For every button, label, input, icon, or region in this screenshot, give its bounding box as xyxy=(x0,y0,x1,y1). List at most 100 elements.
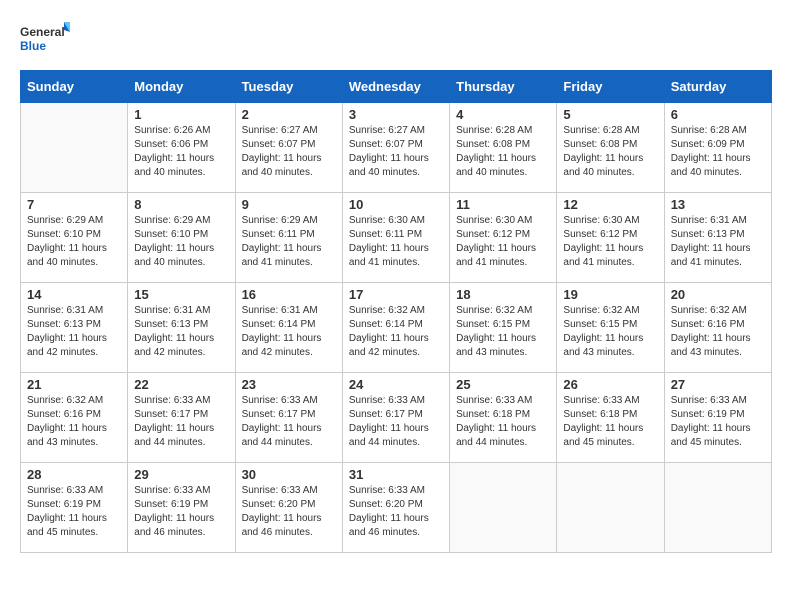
calendar-cell: 23 Sunrise: 6:33 AMSunset: 6:17 PMDayligh… xyxy=(235,373,342,463)
day-info: Sunrise: 6:33 AMSunset: 6:19 PMDaylight:… xyxy=(27,484,121,540)
day-info: Sunrise: 6:32 AMSunset: 6:15 PMDaylight:… xyxy=(456,304,550,360)
day-number: 16 xyxy=(242,287,336,302)
weekday-header-friday: Friday xyxy=(557,71,664,103)
day-info: Sunrise: 6:33 AMSunset: 6:20 PMDaylight:… xyxy=(349,484,443,540)
day-info: Sunrise: 6:28 AMSunset: 6:09 PMDaylight:… xyxy=(671,124,765,180)
day-number: 12 xyxy=(563,197,657,212)
week-row-1: 1 Sunrise: 6:26 AMSunset: 6:06 PMDaylight… xyxy=(21,103,772,193)
calendar-table: SundayMondayTuesdayWednesdayThursdayFrid… xyxy=(20,70,772,553)
day-info: Sunrise: 6:31 AMSunset: 6:13 PMDaylight:… xyxy=(27,304,121,360)
day-info: Sunrise: 6:33 AMSunset: 6:20 PMDaylight:… xyxy=(242,484,336,540)
day-info: Sunrise: 6:31 AMSunset: 6:13 PMDaylight:… xyxy=(134,304,228,360)
calendar-cell: 8 Sunrise: 6:29 AMSunset: 6:10 PMDaylight… xyxy=(128,193,235,283)
day-number: 5 xyxy=(563,107,657,122)
calendar-cell: 27 Sunrise: 6:33 AMSunset: 6:19 PMDayligh… xyxy=(664,373,771,463)
day-number: 22 xyxy=(134,377,228,392)
calendar-cell: 16 Sunrise: 6:31 AMSunset: 6:14 PMDayligh… xyxy=(235,283,342,373)
calendar-cell: 9 Sunrise: 6:29 AMSunset: 6:11 PMDaylight… xyxy=(235,193,342,283)
day-number: 18 xyxy=(456,287,550,302)
calendar-cell xyxy=(21,103,128,193)
day-info: Sunrise: 6:33 AMSunset: 6:17 PMDaylight:… xyxy=(242,394,336,450)
calendar-cell: 3Sunrise: 6:27 AMSunset: 6:07 PMDaylight… xyxy=(342,103,449,193)
day-number: 4 xyxy=(456,107,550,122)
day-number: 24 xyxy=(349,377,443,392)
calendar-cell: 24 Sunrise: 6:33 AMSunset: 6:17 PMDayligh… xyxy=(342,373,449,463)
day-number: 14 xyxy=(27,287,121,302)
day-number: 31 xyxy=(349,467,443,482)
day-number: 1 xyxy=(134,107,228,122)
calendar-cell xyxy=(450,463,557,553)
calendar-cell: 2 Sunrise: 6:27 AMSunset: 6:07 PMDaylight… xyxy=(235,103,342,193)
calendar-cell: 15 Sunrise: 6:31 AMSunset: 6:13 PMDayligh… xyxy=(128,283,235,373)
week-row-2: 7 Sunrise: 6:29 AMSunset: 6:10 PMDaylight… xyxy=(21,193,772,283)
day-number: 9 xyxy=(242,197,336,212)
weekday-header-saturday: Saturday xyxy=(664,71,771,103)
weekday-header-tuesday: Tuesday xyxy=(235,71,342,103)
day-number: 27 xyxy=(671,377,765,392)
calendar-cell: 26Sunrise: 6:33 AMSunset: 6:18 PMDayligh… xyxy=(557,373,664,463)
day-info: Sunrise: 6:26 AMSunset: 6:06 PMDaylight:… xyxy=(134,124,228,180)
svg-text:Blue: Blue xyxy=(20,39,46,53)
page-header: General Blue xyxy=(20,20,772,60)
day-info: Sunrise: 6:31 AMSunset: 6:13 PMDaylight:… xyxy=(671,214,765,270)
calendar-cell: 18 Sunrise: 6:32 AMSunset: 6:15 PMDayligh… xyxy=(450,283,557,373)
day-number: 7 xyxy=(27,197,121,212)
calendar-cell: 11 Sunrise: 6:30 AMSunset: 6:12 PMDayligh… xyxy=(450,193,557,283)
logo: General Blue xyxy=(20,20,70,60)
logo-svg: General Blue xyxy=(20,20,70,60)
calendar-cell xyxy=(664,463,771,553)
day-info: Sunrise: 6:30 AMSunset: 6:12 PMDaylight:… xyxy=(563,214,657,270)
calendar-cell: 5 Sunrise: 6:28 AMSunset: 6:08 PMDaylight… xyxy=(557,103,664,193)
weekday-header-row: SundayMondayTuesdayWednesdayThursdayFrid… xyxy=(21,71,772,103)
day-number: 13 xyxy=(671,197,765,212)
day-info: Sunrise: 6:32 AMSunset: 6:14 PMDaylight:… xyxy=(349,304,443,360)
day-info: Sunrise: 6:29 AMSunset: 6:10 PMDaylight:… xyxy=(27,214,121,270)
week-row-4: 21Sunrise: 6:32 AMSunset: 6:16 PMDayligh… xyxy=(21,373,772,463)
weekday-header-thursday: Thursday xyxy=(450,71,557,103)
day-number: 17 xyxy=(349,287,443,302)
day-number: 2 xyxy=(242,107,336,122)
day-number: 8 xyxy=(134,197,228,212)
calendar-cell: 29 Sunrise: 6:33 AMSunset: 6:19 PMDayligh… xyxy=(128,463,235,553)
calendar-cell xyxy=(557,463,664,553)
day-info: Sunrise: 6:33 AMSunset: 6:19 PMDaylight:… xyxy=(671,394,765,450)
day-info: Sunrise: 6:33 AMSunset: 6:18 PMDaylight:… xyxy=(563,394,657,450)
day-number: 6 xyxy=(671,107,765,122)
day-number: 23 xyxy=(242,377,336,392)
day-info: Sunrise: 6:31 AMSunset: 6:14 PMDaylight:… xyxy=(242,304,336,360)
calendar-cell: 21Sunrise: 6:32 AMSunset: 6:16 PMDayligh… xyxy=(21,373,128,463)
calendar-cell: 4Sunrise: 6:28 AMSunset: 6:08 PMDaylight… xyxy=(450,103,557,193)
day-info: Sunrise: 6:33 AMSunset: 6:19 PMDaylight:… xyxy=(134,484,228,540)
day-number: 11 xyxy=(456,197,550,212)
day-info: Sunrise: 6:29 AMSunset: 6:11 PMDaylight:… xyxy=(242,214,336,270)
day-info: Sunrise: 6:32 AMSunset: 6:15 PMDaylight:… xyxy=(563,304,657,360)
day-info: Sunrise: 6:30 AMSunset: 6:12 PMDaylight:… xyxy=(456,214,550,270)
calendar-cell: 31 Sunrise: 6:33 AMSunset: 6:20 PMDayligh… xyxy=(342,463,449,553)
calendar-cell: 17 Sunrise: 6:32 AMSunset: 6:14 PMDayligh… xyxy=(342,283,449,373)
day-number: 15 xyxy=(134,287,228,302)
calendar-cell: 19Sunrise: 6:32 AMSunset: 6:15 PMDayligh… xyxy=(557,283,664,373)
calendar-cell: 13 Sunrise: 6:31 AMSunset: 6:13 PMDayligh… xyxy=(664,193,771,283)
day-number: 25 xyxy=(456,377,550,392)
calendar-cell: 28Sunrise: 6:33 AMSunset: 6:19 PMDayligh… xyxy=(21,463,128,553)
calendar-cell: 6 Sunrise: 6:28 AMSunset: 6:09 PMDaylight… xyxy=(664,103,771,193)
calendar-cell: 12 Sunrise: 6:30 AMSunset: 6:12 PMDayligh… xyxy=(557,193,664,283)
day-info: Sunrise: 6:27 AMSunset: 6:07 PMDaylight:… xyxy=(242,124,336,180)
day-info: Sunrise: 6:33 AMSunset: 6:17 PMDaylight:… xyxy=(134,394,228,450)
day-info: Sunrise: 6:29 AMSunset: 6:10 PMDaylight:… xyxy=(134,214,228,270)
weekday-header-monday: Monday xyxy=(128,71,235,103)
calendar-cell: 1 Sunrise: 6:26 AMSunset: 6:06 PMDaylight… xyxy=(128,103,235,193)
calendar-cell: 14 Sunrise: 6:31 AMSunset: 6:13 PMDayligh… xyxy=(21,283,128,373)
calendar-cell: 25 Sunrise: 6:33 AMSunset: 6:18 PMDayligh… xyxy=(450,373,557,463)
calendar-cell: 20 Sunrise: 6:32 AMSunset: 6:16 PMDayligh… xyxy=(664,283,771,373)
day-number: 10 xyxy=(349,197,443,212)
day-info: Sunrise: 6:33 AMSunset: 6:17 PMDaylight:… xyxy=(349,394,443,450)
day-info: Sunrise: 6:32 AMSunset: 6:16 PMDaylight:… xyxy=(671,304,765,360)
day-info: Sunrise: 6:28 AMSunset: 6:08 PMDaylight:… xyxy=(563,124,657,180)
calendar-cell: 10 Sunrise: 6:30 AMSunset: 6:11 PMDayligh… xyxy=(342,193,449,283)
day-info: Sunrise: 6:30 AMSunset: 6:11 PMDaylight:… xyxy=(349,214,443,270)
day-info: Sunrise: 6:33 AMSunset: 6:18 PMDaylight:… xyxy=(456,394,550,450)
day-number: 29 xyxy=(134,467,228,482)
day-number: 21 xyxy=(27,377,121,392)
day-number: 20 xyxy=(671,287,765,302)
